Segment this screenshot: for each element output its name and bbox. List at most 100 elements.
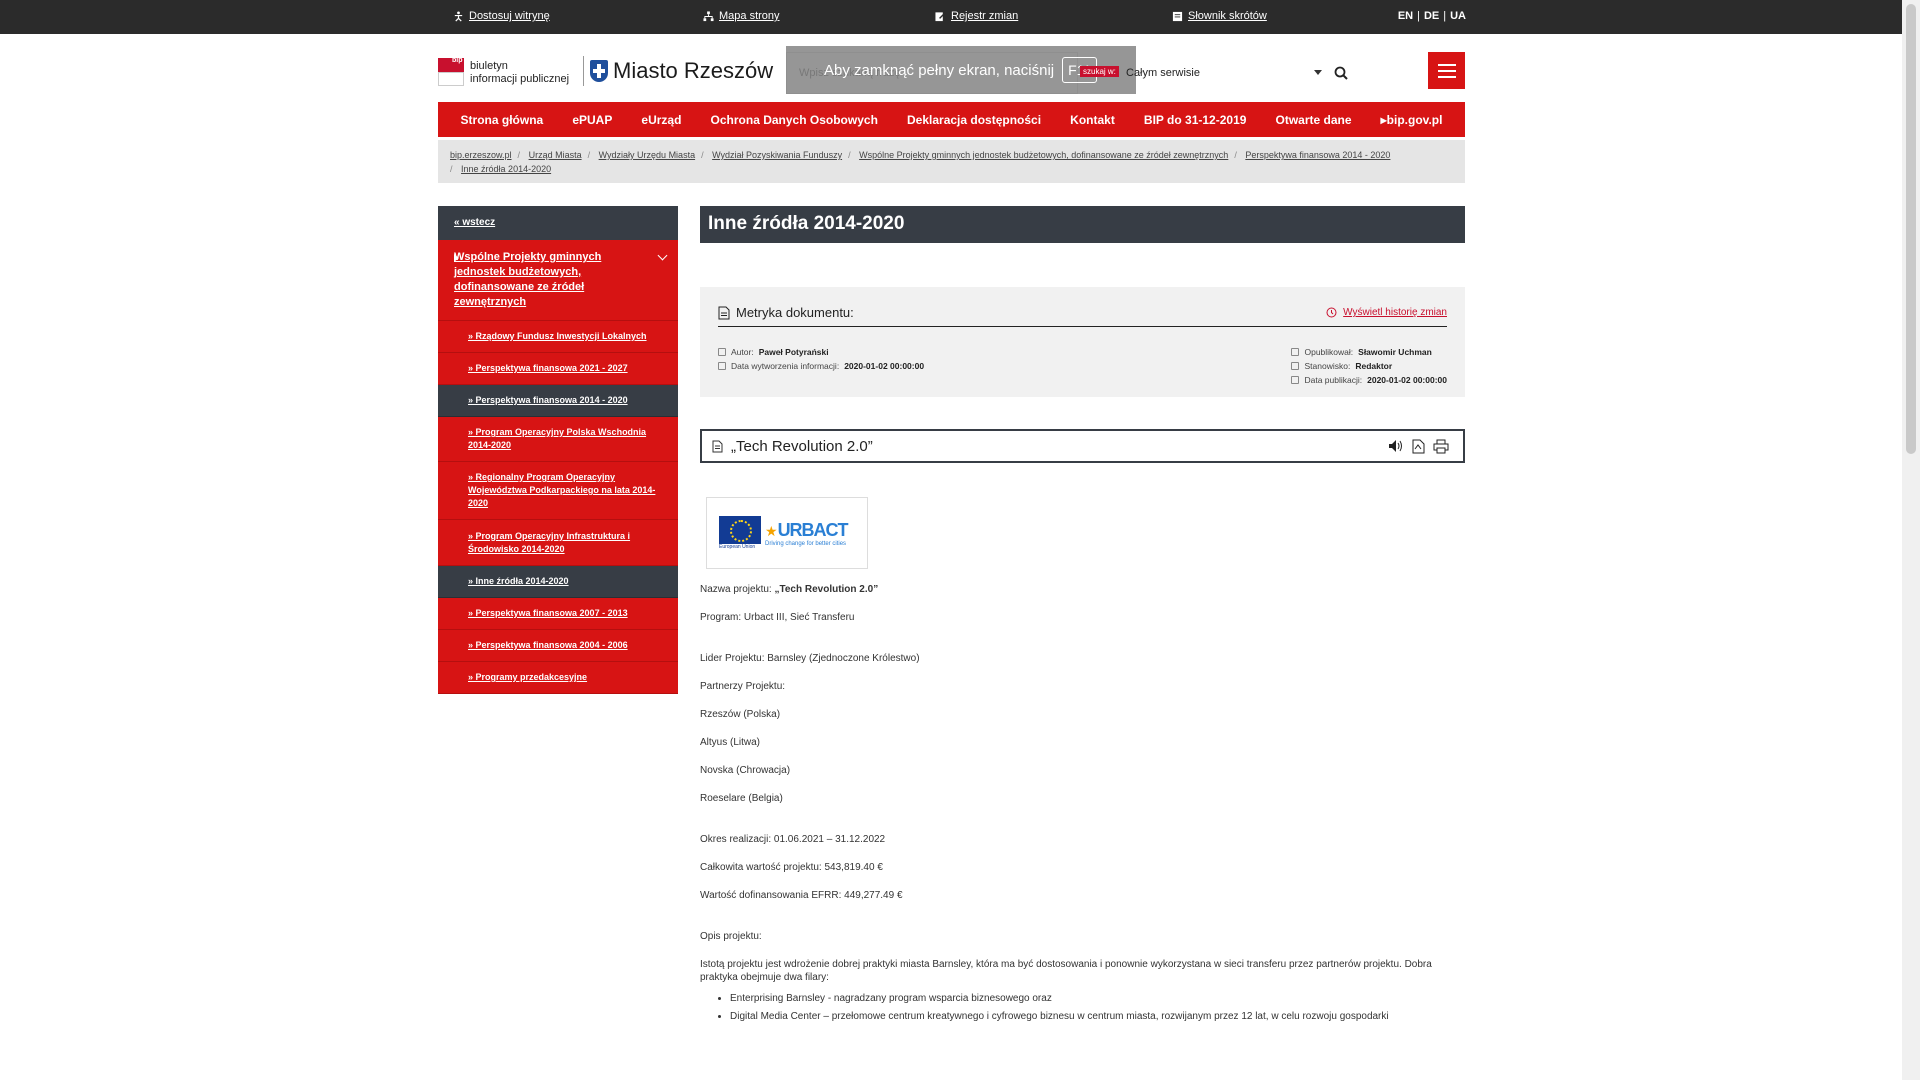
breadcrumb-item[interactable]: Wydział Pozyskiwania Funduszy [712,150,842,160]
nav-bip-2019[interactable]: BIP do 31-12-2019 [1144,113,1247,127]
sidebar-parent-label: Wspólne Projekty gminnych jednostek budż… [454,251,602,308]
adjust-site-link[interactable]: Dostosuj witrynę [453,10,550,22]
leader-text: Lider Projektu: Barnsley (Zjednoczone Kr… [700,653,920,664]
bip-line2: informacji publicznej [470,73,570,85]
city-logo[interactable]: Miasto Rzeszów [590,56,773,86]
page-scrollbar[interactable] [1902,0,1920,1080]
lang-de[interactable]: DE [1424,10,1439,22]
chevron-down-icon [1314,70,1322,75]
published-by-label: Opublikował: [1304,347,1354,357]
breadcrumb-item[interactable]: bip.erzeszow.pl [450,150,512,160]
metadata-title: Metryka dokumentu: [736,305,854,320]
calendar-icon [1291,376,1300,384]
nav-epuap[interactable]: ePUAP [572,113,612,127]
breadcrumb-item[interactable]: Wydziały Urzędu Miasta [599,150,695,160]
sitemap-label: Mapa strony [719,10,780,22]
sidebar-item[interactable]: » Program Operacyjny Polska Wschodnia 20… [438,417,678,462]
nav-contact[interactable]: Kontakt [1070,113,1115,127]
user-icon [1291,348,1300,356]
nav-accessibility[interactable]: Deklaracja dostępności [907,113,1041,127]
chevron-down-icon [657,250,668,261]
project-name: „Tech Revolution 2.0” [774,584,879,595]
document-title: „Tech Revolution 2.0” [731,437,873,455]
bip-flag-icon: bip [438,57,464,88]
efrr-value-text: Wartość dofinansowania EFRR: 449,277.49 … [700,890,903,901]
partner-item: Roeselare (Belgia) [700,793,783,804]
sitemap-link[interactable]: Mapa strony [703,10,780,22]
logo-divider [583,56,584,86]
period-text: Okres realizacji: 01.06.2021 – 31.12.202… [700,834,886,845]
lang-en[interactable]: EN [1398,10,1413,22]
breadcrumb-current[interactable]: Inne źródła 2014-2020 [461,164,551,174]
scrollbar-thumb[interactable] [1906,4,1916,454]
list-item: Enterprising Barnsley - nagradzany progr… [730,992,1465,1005]
sidebar-item[interactable]: » Perspektywa finansowa 2021 - 2027 [438,353,678,385]
bip-logo[interactable]: bip biuletyn informacji publicznej [438,56,578,90]
lang-ua[interactable]: UA [1450,10,1466,22]
sidebar-item-active[interactable]: » Perspektywa finansowa 2014 - 2020 [438,385,678,417]
partner-item: Novska (Chrowacja) [700,765,791,776]
glossary-link[interactable]: Słownik skrótów [1172,10,1267,22]
sidebar-item[interactable]: » Rządowy Fundusz Inwestycji Lokalnych [438,321,678,353]
sidebar-item[interactable]: » Program Operacyjny Infrastruktura i Śr… [438,520,678,566]
accessibility-icon [454,10,463,22]
sidebar-item-current[interactable]: » Inne źródła 2014-2020 [438,566,678,598]
back-link[interactable]: « wstecz [438,206,678,240]
top-utility-bar: Dostosuj witrynę Mapa strony Rejestr zmi… [0,0,1902,34]
position-value: Redaktor [1355,361,1393,371]
pillars-list: Enterprising Barnsley - nagradzany progr… [730,992,1465,1023]
published-by-value: Sławomir Uchman [1358,347,1432,357]
partner-item: Rzeszów (Polska) [700,709,781,720]
document-title-bar: „Tech Revolution 2.0” [700,429,1465,463]
sidebar-item[interactable]: » Perspektywa finansowa 2007 - 2013 [438,598,678,630]
users-icon [1291,362,1300,370]
pub-date-label: Data publikacji: [1304,375,1363,385]
breadcrumb-item[interactable]: Urząd Miasta [529,150,582,160]
city-crest-icon [590,60,608,82]
bip-badge: bip [452,57,463,64]
list-item: Digital Media Center – przełomowe centru… [730,1010,1465,1023]
search-scope-select[interactable]: Całym serwisie [1114,52,1324,94]
lang-separator: | [1443,10,1447,22]
edit-icon [935,11,946,21]
nav-eurzad[interactable]: eUrząd [641,113,681,127]
total-value-text: Całkowita wartość projektu: 543,819.40 € [700,862,883,873]
page-title: Inne źródła 2014-2020 [700,206,1465,243]
pdf-icon[interactable] [1412,439,1425,454]
changes-register-link[interactable]: Rejestr zmian [935,10,1018,22]
search-icon[interactable] [1330,62,1352,84]
print-icon[interactable] [1433,439,1449,454]
user-icon [718,348,726,356]
city-name: Miasto Rzeszów [613,58,774,83]
sidebar-item[interactable]: » Programy przedakcesyjne [438,662,678,694]
clock-icon [1326,307,1337,318]
search-scope-value: Całym serwisie [1126,67,1200,79]
document-icon [712,440,723,452]
main-content: Inne źródła 2014-2020 Metryka dokumentu:… [700,206,1465,1028]
urbact-logo: European Union ★URBACT Driving change fo… [706,497,868,569]
nav-open-data[interactable]: Otwarte dane [1276,113,1352,127]
sitemap-icon [703,10,714,21]
speaker-icon[interactable] [1388,439,1404,453]
sidebar-item[interactable]: » Regionalny Program Operacyjny Wojewódz… [438,462,678,520]
created-label: Data wytworzenia informacji: [731,361,840,371]
lang-separator: | [1417,10,1420,22]
book-icon [1172,11,1183,21]
pub-date-value: 2020-01-02 00:00:00 [1367,375,1447,385]
search-area: Aby zamknąć pełny ekran, naciśnij F11 sz… [786,46,1348,94]
author-value: Paweł Potyrański [758,347,829,357]
main-navigation: Strona główna ePUAP eUrząd Ochrona Danyc… [438,102,1465,137]
document-icon [718,306,730,319]
star-icon: ★ [765,522,778,539]
nav-bip-gov[interactable]: ▸bip.gov.pl [1381,113,1443,127]
breadcrumb-item[interactable]: Perspektywa finansowa 2014 - 2020 [1245,150,1390,160]
site-header: bip biuletyn informacji publicznej Miasto… [438,46,1465,102]
breadcrumb-item[interactable]: Wspólne Projekty gminnych jednostek budż… [859,150,1228,160]
history-link[interactable]: Wyświetl historię zmian [1326,305,1447,320]
sidebar-item[interactable]: » Perspektywa finansowa 2004 - 2006 [438,630,678,662]
menu-button[interactable] [1428,52,1465,89]
nav-data-protection[interactable]: Ochrona Danych Osobowych [711,113,878,127]
nav-home[interactable]: Strona główna [461,113,544,127]
sidebar-parent-item[interactable]: Wspólne Projekty gminnych jednostek budż… [438,240,678,321]
bip-line1: biuletyn [470,60,508,72]
